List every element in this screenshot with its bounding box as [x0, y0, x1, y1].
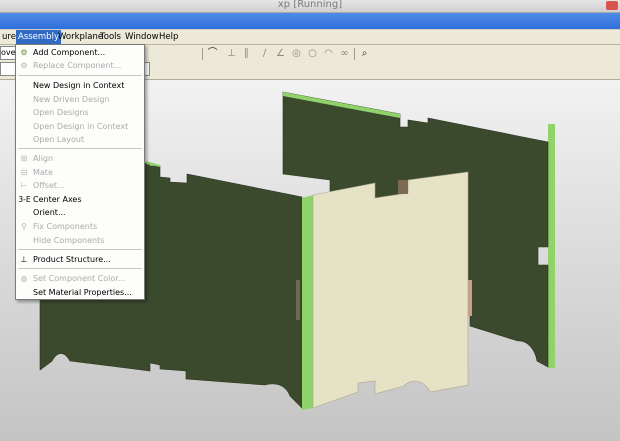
menu-item-mate[interactable]: ⊟ Mate: [16, 166, 144, 179]
color-icon: ◍: [20, 274, 28, 283]
close-icon[interactable]: [606, 1, 618, 10]
menu-separator: [18, 148, 142, 149]
menu-window[interactable]: Window: [123, 30, 161, 44]
window-title: xp [Running]: [277, 0, 343, 10]
menu-assembly[interactable]: Assembly: [16, 30, 61, 44]
product-structure-icon: ⊥: [20, 255, 28, 264]
menu-item-set-component-color[interactable]: ◍ Set Component Color...: [16, 272, 144, 285]
add-component-icon: ⚙: [20, 48, 28, 57]
dimension-icon[interactable]: ⌒: [206, 47, 219, 60]
menu-tools[interactable]: Tools: [98, 30, 123, 44]
menu-item-add-component[interactable]: ⚙ Add Component...: [16, 46, 144, 59]
front-panel-slot: [398, 180, 408, 194]
front-panel-slot: [468, 280, 472, 316]
constraint-icon[interactable]: ⊥: [225, 47, 238, 60]
front-panel: [312, 171, 469, 409]
window-titlebar: xp [Running]: [0, 0, 620, 13]
menu-item-open-design-in-context[interactable]: Open Design in Context: [16, 120, 144, 133]
menu-bar: ure Assembly Workplane Tools Window Help: [0, 30, 620, 45]
menu-item-set-material-properties[interactable]: Set Material Properties...: [16, 286, 144, 299]
menu-item-center-axes[interactable]: 3-E Center Axes: [16, 193, 144, 206]
menu-separator: [18, 75, 142, 76]
menu-help[interactable]: Help: [157, 30, 180, 44]
toolbar-separator: [202, 48, 203, 60]
front-panel-slot: [296, 280, 300, 320]
menu-item-new-design-in-context[interactable]: New Design in Context: [16, 79, 144, 92]
fix-components-icon: ⚲: [21, 222, 27, 231]
menu-item-fix-components[interactable]: ⚲ Fix Components: [16, 220, 144, 233]
menu-item-align[interactable]: ⊞ Align: [16, 152, 144, 165]
menu-separator: [18, 249, 142, 250]
offset-icon: ⊢: [20, 181, 28, 190]
menu-item-new-driven-design[interactable]: New Driven Design: [16, 93, 144, 106]
menu-item-replace-component[interactable]: ⚙ Replace Component...: [16, 59, 144, 72]
angle-icon[interactable]: ∠: [274, 47, 287, 60]
menu-item-orient[interactable]: Orient...: [16, 206, 144, 219]
center-axes-icon: 3-E: [18, 195, 31, 204]
parallel-icon[interactable]: ∥: [240, 47, 253, 60]
align-icon: ⊞: [20, 154, 28, 163]
menu-item-hide-components[interactable]: Hide Components: [16, 234, 144, 247]
circle-icon[interactable]: ○: [306, 47, 319, 60]
link-icon[interactable]: ∞: [338, 47, 351, 60]
menu-separator: [18, 268, 142, 269]
toolbar-separator: [354, 48, 355, 60]
menu-item-offset[interactable]: ⊢ Offset...: [16, 179, 144, 192]
mate-icon: ⊟: [20, 168, 28, 177]
back-right-panel-edge: [548, 124, 555, 368]
line-icon[interactable]: ∕: [258, 47, 271, 60]
search-icon[interactable]: ⌕: [358, 47, 371, 60]
replace-component-icon: ⚙: [20, 61, 28, 70]
front-panel-edge: [302, 195, 313, 410]
concentric-icon[interactable]: ◎: [290, 47, 303, 60]
menu-item-open-designs[interactable]: Open Designs: [16, 106, 144, 119]
assembly-menu-dropdown: ⚙ Add Component... ⚙ Replace Component..…: [15, 44, 145, 300]
application-titlebar: [0, 13, 620, 29]
tangent-icon[interactable]: ◠: [322, 47, 335, 60]
menu-item-open-layout[interactable]: Open Layout: [16, 133, 144, 146]
menu-item-product-structure[interactable]: ⊥ Product Structure...: [16, 253, 144, 266]
